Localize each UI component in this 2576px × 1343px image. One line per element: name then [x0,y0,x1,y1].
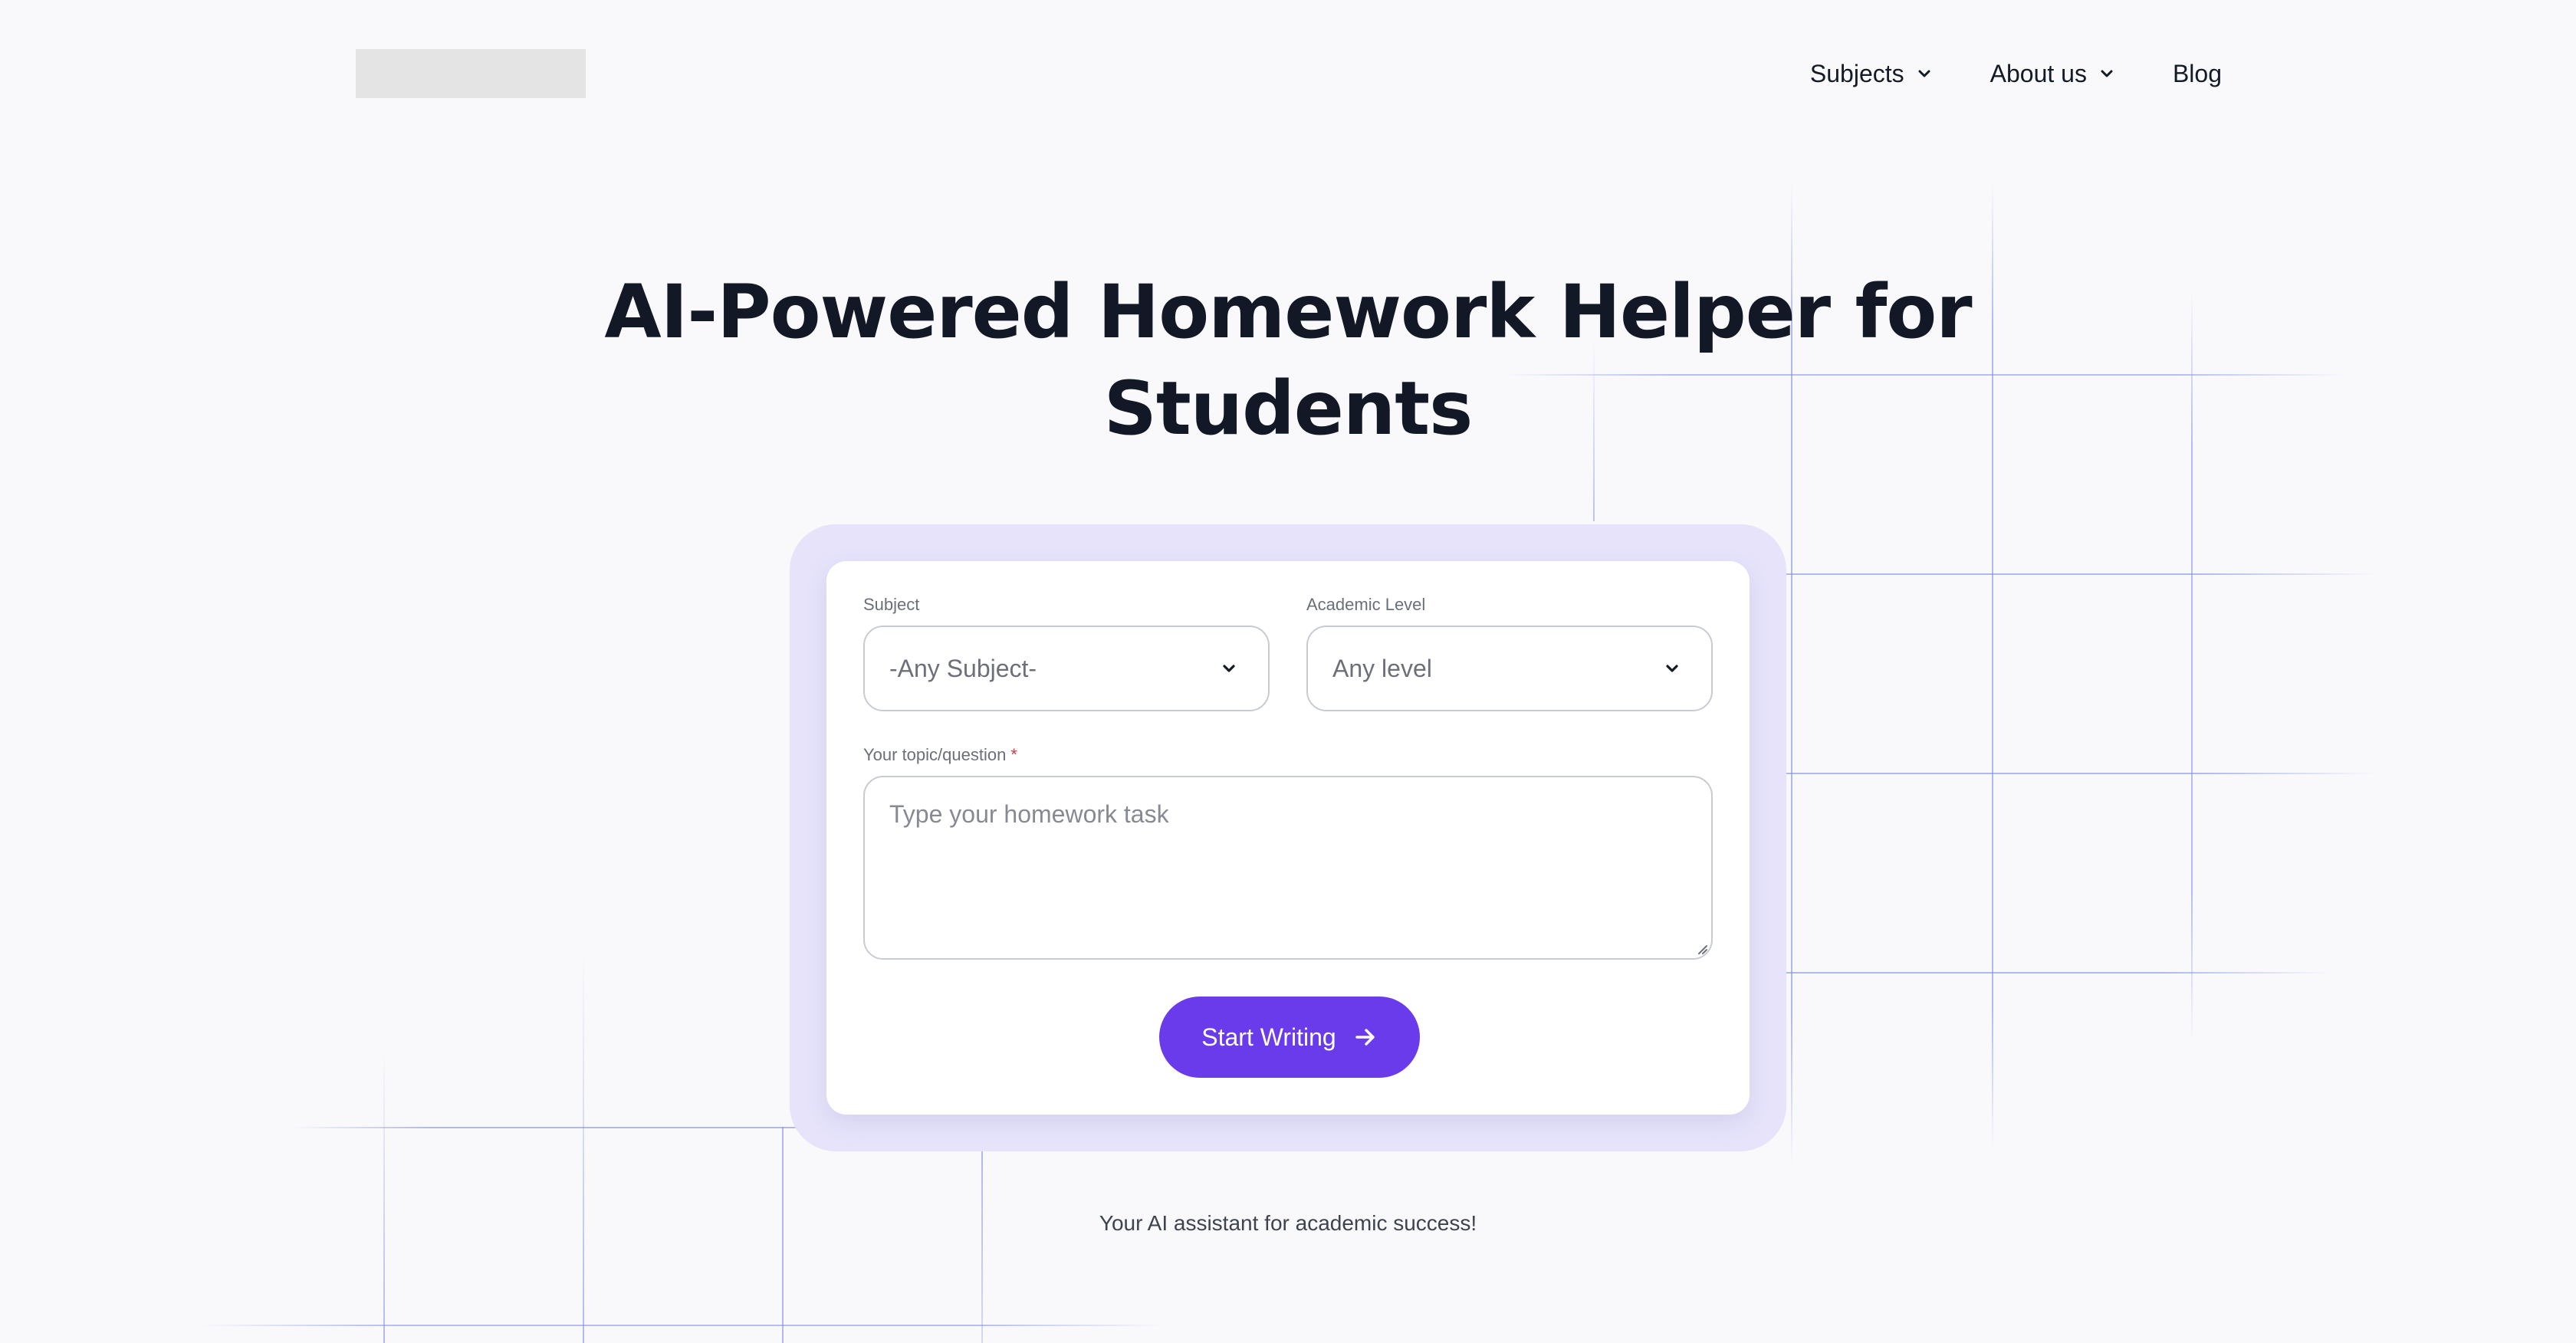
site-header: Subjects About us Blog [356,49,2222,98]
nav-subjects[interactable]: Subjects [1810,60,1932,88]
nav-about-us[interactable]: About us [1990,60,2114,88]
start-writing-label: Start Writing [1201,1023,1336,1051]
tagline: Your AI assistant for academic success! [1099,1211,1477,1235]
nav-subjects-label: Subjects [1809,59,1904,87]
subject-select-value: -Any Subject- [889,654,1037,682]
resize-handle-icon[interactable] [1694,941,1708,955]
topic-label-text: Your topic/question [863,745,1007,764]
subject-label: Subject [863,595,920,614]
chevron-down-icon [1666,665,1678,672]
academic-level-label: Academic Level [1306,595,1426,614]
academic-level-select[interactable]: Any level [1306,626,1713,711]
nav-about-us-label: About us [1990,59,2087,87]
chevron-down-icon [2101,70,2113,77]
site-logo[interactable] [356,49,586,98]
academic-level-select-value: Any level [1332,654,1432,682]
nav-blog-label: Blog [2172,59,2222,87]
homework-form: Subject -Any Subject- Academic Level Any… [826,561,1750,1115]
chevron-down-icon [1223,665,1235,672]
main-nav: Subjects About us Blog [1810,49,2222,98]
start-writing-button[interactable]: Start Writing [1159,997,1420,1078]
required-mark: * [1010,745,1017,764]
page-title-line-1: AI-Powered Homework Helper for [604,269,1972,355]
topic-textarea[interactable]: Type your homework task [863,776,1713,960]
page: Subjects About us Blog AI-Powered Homewo… [0,0,2576,1343]
arrow-right-icon [1355,1029,1375,1046]
page-title: AI-Powered Homework Helper for Students [521,264,2055,457]
chevron-down-icon [1918,70,1930,77]
topic-label: Your topic/question * [863,745,1017,765]
page-title-line-2: Students [1103,366,1474,451]
nav-blog[interactable]: Blog [2173,60,2222,88]
subject-select[interactable]: -Any Subject- [863,626,1270,711]
topic-placeholder: Type your homework task [889,800,1169,828]
